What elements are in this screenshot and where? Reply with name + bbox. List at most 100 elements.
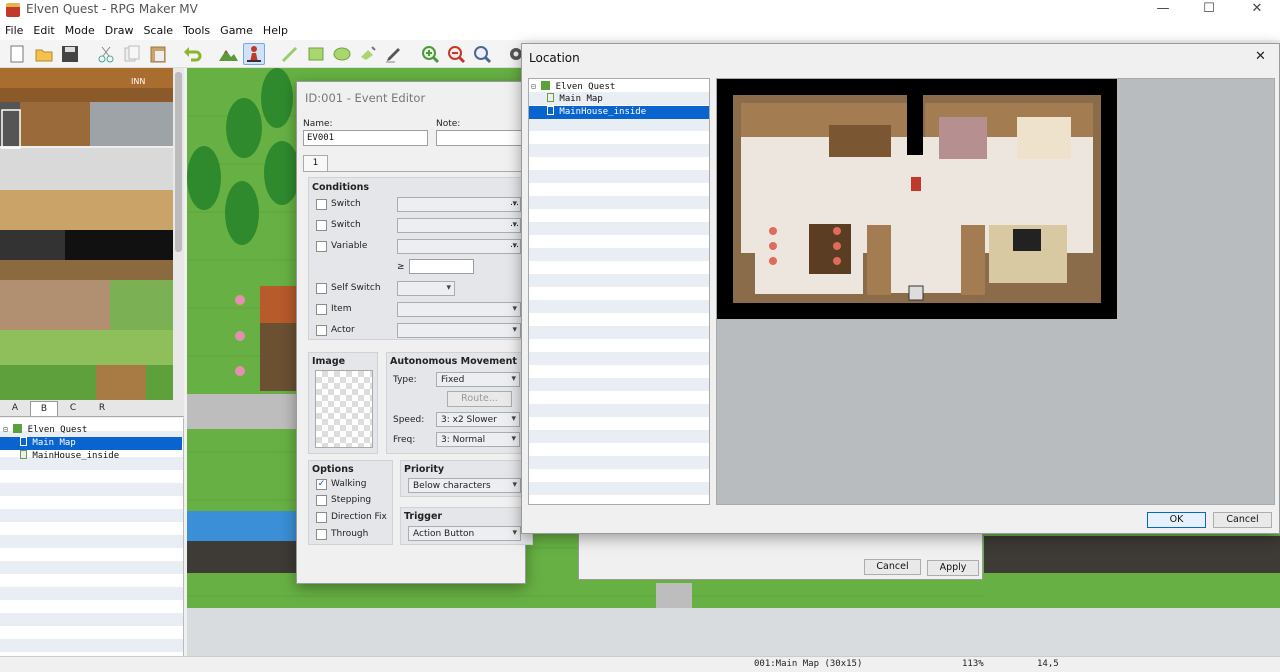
tab-c[interactable]: C [59, 401, 87, 416]
switch-2-checkbox[interactable] [316, 220, 327, 231]
trigger-select[interactable]: Action Button [408, 526, 521, 541]
page-tab-1[interactable]: 1 [303, 155, 328, 171]
event-note-input[interactable] [436, 130, 531, 146]
variable-select[interactable] [397, 239, 521, 254]
location-close-icon[interactable]: ✕ [1255, 49, 1266, 64]
rectangle-tool-icon[interactable] [305, 43, 327, 65]
app-icon [6, 3, 20, 17]
minimize-button[interactable]: — [1140, 0, 1186, 20]
zoom-out-icon[interactable] [445, 43, 467, 65]
location-map-preview[interactable] [716, 78, 1275, 505]
location-ok-button[interactable]: OK [1147, 512, 1206, 528]
house-map-image[interactable] [717, 79, 1275, 505]
palette-scrollbar-thumb[interactable] [175, 72, 182, 252]
menu-game[interactable]: Game [215, 20, 258, 37]
item-checkbox[interactable] [316, 304, 327, 315]
ellipse-tool-icon[interactable] [331, 43, 353, 65]
tree-item-label: MainHouse_inside [32, 451, 120, 461]
self-switch-select[interactable] [397, 281, 455, 296]
paste-icon[interactable] [147, 43, 169, 65]
collapse-icon[interactable]: ⊟ [531, 82, 536, 91]
stepping-checkbox[interactable] [316, 495, 327, 506]
tree-root[interactable]: ⊟ Elven Quest [3, 423, 87, 436]
self-switch-checkbox[interactable] [316, 283, 327, 294]
tab-a[interactable]: A [1, 401, 29, 416]
through-label: Through [331, 529, 369, 539]
menu-file[interactable]: File [0, 20, 28, 37]
menu-help[interactable]: Help [258, 20, 293, 37]
event-editor-dialog: ID:001 - Event Editor Name: EV001 Note: … [296, 81, 533, 584]
switch-2-select[interactable] [397, 218, 521, 233]
event-mode-icon[interactable] [243, 43, 265, 65]
freq-select[interactable]: 3: Normal [436, 432, 520, 447]
status-bar: 001:Main Map (30x15) 113% 14,5 [0, 656, 1280, 672]
palette-scrollbar[interactable] [173, 68, 184, 400]
route-button[interactable]: Route... [447, 391, 512, 407]
event-editor-footer: Cancel Apply [578, 532, 983, 580]
title-bar: Elven Quest - RPG Maker MV — ☐ ✕ [0, 0, 1280, 20]
conditions-header: Conditions [312, 182, 370, 193]
event-name-input[interactable]: EV001 [303, 130, 428, 146]
switch-1-select[interactable] [397, 197, 521, 212]
variable-checkbox[interactable] [316, 241, 327, 252]
options-header: Options [312, 464, 354, 475]
fill-tool-icon[interactable] [357, 43, 379, 65]
map-mode-icon[interactable] [217, 43, 239, 65]
ge-label: ≥ [397, 262, 405, 272]
actor-checkbox[interactable] [316, 325, 327, 336]
tileset-image[interactable]: INN [0, 68, 173, 400]
new-project-icon[interactable] [6, 43, 28, 65]
location-tree-root[interactable]: ⊟ Elven Quest [531, 80, 615, 93]
location-tree-item-main-map[interactable]: Main Map [529, 93, 603, 106]
item-select[interactable] [397, 302, 521, 317]
switch-1-checkbox[interactable] [316, 199, 327, 210]
walking-label: Walking [331, 479, 367, 489]
tab-r[interactable]: R [88, 401, 116, 416]
menu-mode[interactable]: Mode [60, 20, 100, 37]
tile-palette[interactable]: INN [0, 68, 184, 400]
actual-size-icon[interactable] [471, 43, 493, 65]
tab-b[interactable]: B [30, 401, 58, 416]
location-cancel-button[interactable]: Cancel [1213, 512, 1272, 528]
location-map-tree: ⊟ Elven Quest Main Map MainHouse_inside [528, 78, 710, 505]
menu-scale[interactable]: Scale [138, 20, 178, 37]
close-button[interactable]: ✕ [1234, 0, 1280, 20]
walking-checkbox[interactable]: ✓ [316, 479, 327, 490]
actor-select[interactable] [397, 323, 521, 338]
through-checkbox[interactable] [316, 529, 327, 540]
tree-item-label: MainHouse_inside [559, 107, 647, 117]
collapse-icon[interactable]: ⊟ [3, 425, 8, 434]
event-apply-button[interactable]: Apply [927, 560, 979, 576]
event-image-preview[interactable] [315, 370, 373, 448]
priority-select[interactable]: Below characters [408, 478, 521, 493]
direction-fix-checkbox[interactable] [316, 512, 327, 523]
pencil-tool-icon[interactable] [279, 43, 301, 65]
zoom-in-icon[interactable] [419, 43, 441, 65]
switch-1-ellipsis[interactable]: … [510, 198, 519, 208]
menu-tools[interactable]: Tools [178, 20, 215, 37]
undo-icon[interactable] [182, 43, 204, 65]
type-select[interactable]: Fixed [436, 372, 520, 387]
switch-2-ellipsis[interactable]: … [510, 219, 519, 229]
speed-label: Speed: [393, 415, 425, 425]
menu-bar: File Edit Mode Draw Scale Tools Game Help [0, 20, 1280, 40]
maximize-button[interactable]: ☐ [1186, 0, 1232, 20]
svg-text:INN: INN [131, 77, 145, 86]
speed-select[interactable]: 3: x2 Slower [436, 412, 520, 427]
open-project-icon[interactable] [33, 43, 55, 65]
tree-item-mainhouse-inside[interactable]: MainHouse_inside [0, 450, 119, 463]
variable-value-stepper[interactable] [409, 259, 474, 274]
event-cancel-button[interactable]: Cancel [864, 559, 921, 575]
variable-ellipsis[interactable]: … [510, 240, 519, 250]
menu-edit[interactable]: Edit [28, 20, 59, 37]
menu-draw[interactable]: Draw [100, 20, 139, 37]
save-project-icon[interactable] [59, 43, 81, 65]
freq-label: Freq: [393, 435, 416, 445]
cut-icon[interactable] [95, 43, 117, 65]
shadow-pen-icon[interactable] [383, 43, 405, 65]
location-tree-item-mainhouse-inside[interactable]: MainHouse_inside [529, 106, 709, 119]
copy-icon[interactable] [121, 43, 143, 65]
window-title: Elven Quest - RPG Maker MV [26, 2, 198, 16]
trigger-header: Trigger [404, 511, 443, 522]
tree-item-main-map[interactable]: Main Map [0, 437, 182, 450]
